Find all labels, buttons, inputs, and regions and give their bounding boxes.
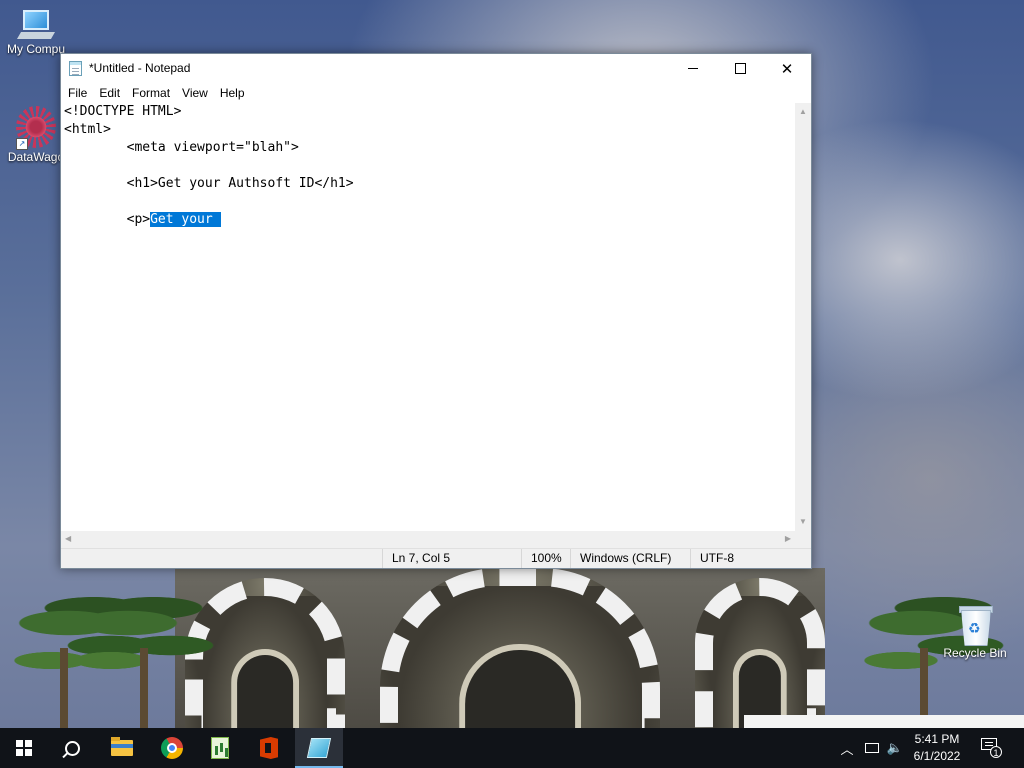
scroll-down-icon[interactable]: ▼ — [799, 517, 807, 527]
network-button[interactable] — [861, 728, 883, 768]
status-zoom: 100% — [521, 549, 571, 568]
maximize-button[interactable] — [717, 54, 763, 83]
wallpaper-palm — [60, 578, 230, 728]
notification-count: 1 — [990, 746, 1002, 758]
title-bar[interactable]: *Untitled - Notepad ✕ — [61, 54, 811, 83]
window-title: *Untitled - Notepad — [89, 61, 191, 75]
desktop-icon-my-computer[interactable]: My Compu — [0, 10, 72, 56]
office-icon — [260, 737, 278, 759]
status-bar: Ln 7, Col 5 100% Windows (CRLF) UTF-8 — [61, 548, 811, 568]
menu-edit[interactable]: Edit — [93, 83, 126, 103]
scroll-left-icon[interactable]: ◀ — [65, 534, 71, 544]
scrollbar-corner — [795, 531, 811, 548]
network-icon — [865, 743, 879, 753]
editor-line: <meta viewport="blah"> — [64, 140, 299, 155]
speaker-icon: 🔈 — [886, 740, 904, 755]
folder-icon — [111, 737, 133, 756]
scroll-right-icon[interactable]: ▶ — [785, 534, 791, 544]
show-hidden-icons-button[interactable]: ︿ — [838, 728, 856, 768]
menu-format[interactable]: Format — [126, 83, 176, 103]
clock-date: 6/1/2022 — [913, 749, 961, 763]
wallpaper-arch — [380, 568, 660, 728]
status-line-ending: Windows (CRLF) — [570, 549, 690, 568]
menu-view[interactable]: View — [176, 83, 214, 103]
taskbar-file-explorer[interactable] — [98, 728, 146, 768]
taskbar-notepad[interactable] — [295, 728, 343, 768]
search-button[interactable] — [48, 728, 96, 768]
notepad-window: *Untitled - Notepad ✕ File Edit Format V… — [60, 53, 812, 569]
clock[interactable]: 5:41 PM 6/1/2022 — [902, 731, 972, 765]
editor-line: <h1>Get your Authsoft ID</h1> — [64, 176, 354, 191]
status-position: Ln 7, Col 5 — [382, 549, 522, 568]
background-window-strip — [744, 715, 1024, 728]
desktop-icon-recycle-bin[interactable]: ♻ Recycle Bin — [939, 604, 1011, 660]
menu-file[interactable]: File — [61, 83, 93, 103]
text-editor[interactable]: <!DOCTYPE HTML> <html> <meta viewport="b… — [61, 103, 795, 531]
editor-line: <!DOCTYPE HTML> — [64, 104, 182, 119]
taskbar: ︿ 🔈 5:41 PM 6/1/2022 1 — [0, 728, 1024, 768]
action-center-button[interactable]: 1 — [981, 738, 1003, 758]
windows-logo-icon — [16, 740, 32, 756]
chrome-icon — [161, 737, 183, 759]
datawagon-app-icon: ↗ — [16, 106, 56, 150]
maximize-icon — [734, 63, 746, 74]
editor-line: <html> — [64, 122, 111, 137]
selected-text: Get your — [150, 212, 221, 227]
clock-time: 5:41 PM — [914, 732, 960, 746]
taskbar-chrome[interactable] — [148, 728, 196, 768]
chevron-up-icon: ︿ — [840, 741, 854, 757]
close-button[interactable]: ✕ — [764, 54, 810, 83]
line-text: <p> — [64, 212, 151, 227]
scroll-up-icon[interactable]: ▲ — [799, 107, 807, 117]
computer-icon — [16, 10, 56, 40]
minimize-icon — [688, 68, 698, 69]
search-icon — [64, 740, 80, 756]
notepad-icon — [306, 738, 332, 758]
notepad-app-icon — [69, 61, 82, 76]
wallpaper-arch — [695, 578, 825, 728]
taskbar-office[interactable] — [245, 728, 293, 768]
taskbar-sheet-app[interactable] — [196, 728, 244, 768]
minimize-button[interactable] — [670, 54, 716, 83]
start-button[interactable] — [0, 728, 48, 768]
close-icon: ✕ — [780, 60, 794, 78]
vertical-scrollbar[interactable]: ▲ ▼ — [795, 103, 811, 531]
status-encoding: UTF-8 — [690, 549, 811, 568]
recycle-bin-icon: ♻ — [958, 604, 993, 646]
shortcut-arrow-icon: ↗ — [16, 138, 28, 150]
menu-help[interactable]: Help — [214, 83, 251, 103]
editor-line-current: <p>Get your — [61, 211, 795, 229]
horizontal-scrollbar[interactable]: ◀ ▶ — [61, 531, 795, 548]
menu-bar: File Edit Format View Help — [61, 83, 811, 103]
desktop-icon-label: Recycle Bin — [943, 646, 1007, 660]
wallpaper-arches — [175, 568, 825, 728]
sheet-app-icon — [211, 737, 229, 759]
